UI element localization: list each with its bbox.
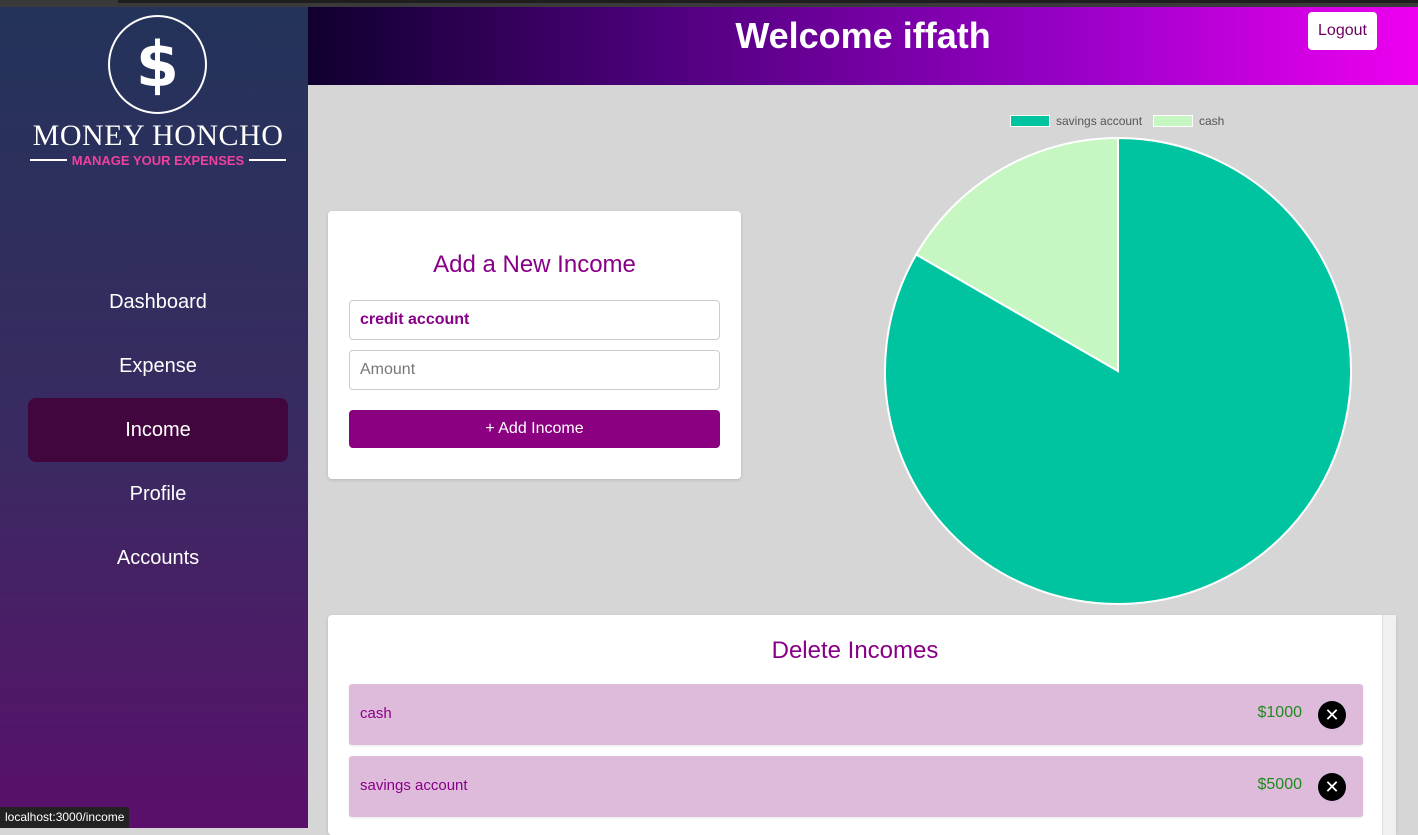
status-url: localhost:3000/income (0, 807, 130, 828)
logo-subtitle: MANAGE YOUR EXPENSES (71, 152, 245, 168)
add-income-form: Add a New Income credit account Amount +… (328, 211, 741, 479)
add-income-title: Add a New Income (433, 251, 636, 278)
income-row-name: cash (360, 705, 392, 722)
logout-button[interactable]: Logout (1308, 12, 1377, 50)
browser-tab-bar (118, 0, 1418, 3)
income-row: cash $1000 ✕ (349, 684, 1363, 745)
browser-top-strip (0, 0, 1418, 7)
account-select[interactable]: credit account (349, 300, 720, 340)
income-row-amount: $5000 (1257, 776, 1303, 793)
sidebar-item-dashboard[interactable]: Dashboard (28, 270, 288, 334)
sidebar: $ MONEY HONCHO MANAGE YOUR EXPENSES Dash… (0, 7, 308, 828)
logo-symbol: $ (135, 27, 180, 101)
sidebar-item-profile[interactable]: Profile (28, 462, 288, 526)
delete-incomes-title: Delete Incomes (771, 637, 939, 664)
header: Welcome iffath Logout (308, 7, 1418, 85)
page-title: Welcome iffath (735, 15, 991, 56)
logo-title: MONEY HONCHO (32, 119, 284, 152)
sidebar-item-income[interactable]: Income (28, 398, 288, 462)
delete-icon[interactable]: ✕ (1318, 773, 1346, 801)
income-row-name: savings account (360, 777, 468, 794)
income-row: savings account $5000 ✕ (349, 756, 1363, 817)
pie-svg (884, 136, 1352, 605)
delete-icon[interactable]: ✕ (1318, 701, 1346, 729)
scrollbar[interactable] (1382, 615, 1396, 835)
logo-subtitle-row: MANAGE YOUR EXPENSES (30, 151, 287, 169)
amount-input[interactable]: Amount (349, 350, 720, 390)
income-row-amount: $1000 (1257, 704, 1303, 721)
sidebar-item-accounts[interactable]: Accounts (28, 526, 288, 590)
logo-divider-left (30, 159, 67, 161)
add-income-button[interactable]: + Add Income (349, 410, 720, 448)
logo-dollar-icon: $ (108, 15, 207, 114)
logo-divider-right (249, 159, 287, 161)
sidebar-item-expense[interactable]: Expense (28, 334, 288, 398)
income-pie-chart: savings account cash (880, 108, 1356, 608)
delete-incomes-card: Delete Incomes cash $1000 ✕ savings acco… (328, 615, 1396, 835)
